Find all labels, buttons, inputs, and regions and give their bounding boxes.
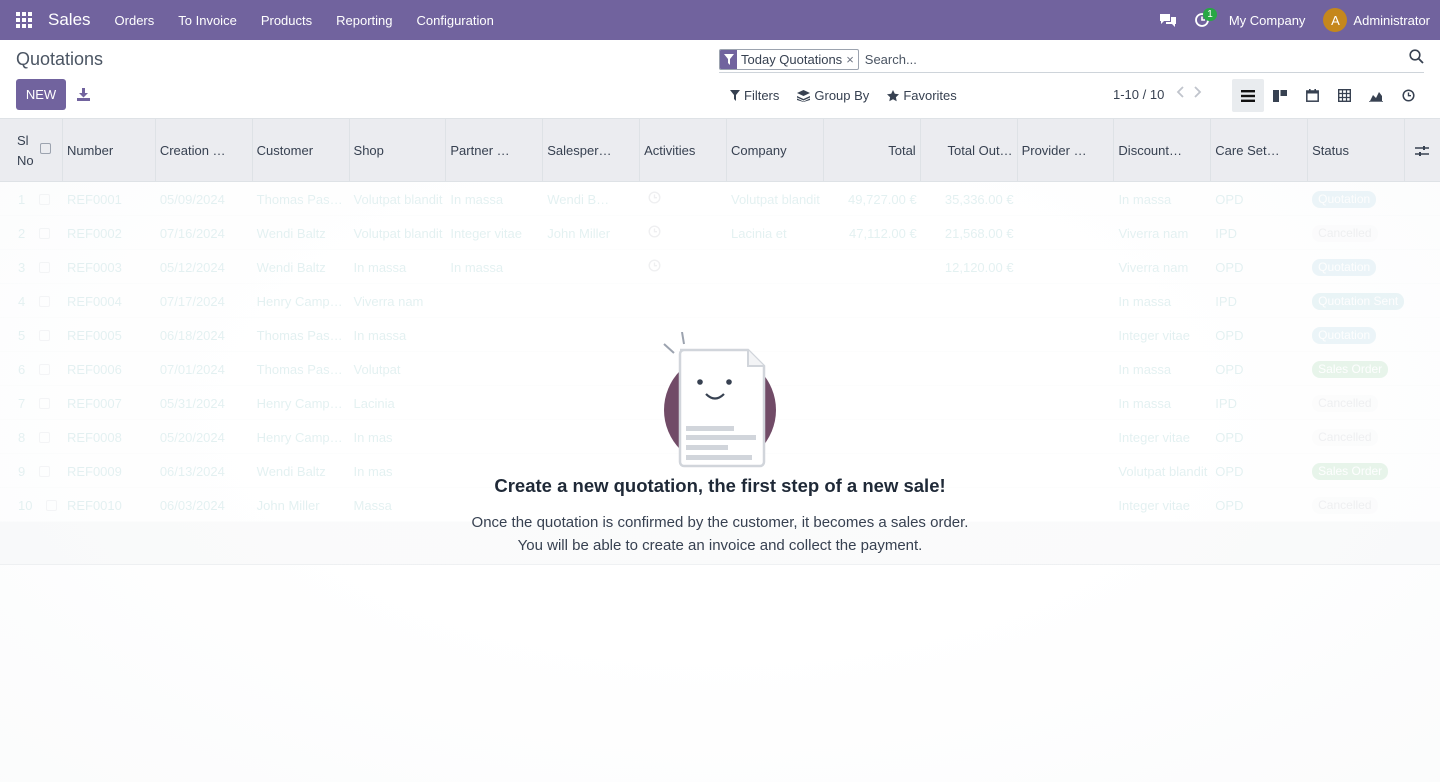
layers-icon [797,89,811,102]
search-icon[interactable] [1409,49,1424,67]
filters-toggle[interactable]: Filters [730,88,779,103]
col-shop[interactable]: Shop [350,119,447,182]
filter-icon [730,90,740,101]
table-header: Sl No Number Creation … Customer Shop Pa… [0,119,1440,182]
col-care-setting[interactable]: Care Set… [1211,119,1309,182]
activity-count-badge: 1 [1203,8,1217,21]
pivot-view-icon[interactable] [1328,79,1360,112]
col-number[interactable]: Number [63,119,156,182]
favorites-label: Favorites [903,88,957,103]
kanban-view-icon[interactable] [1264,79,1296,112]
col-sl-no-label: Sl No [17,132,34,168]
messaging-icon[interactable] [1151,0,1185,40]
app-switcher-icon[interactable] [0,0,48,40]
col-total[interactable]: Total [824,119,921,182]
menu-to-invoice[interactable]: To Invoice [166,0,249,40]
filter-icon [720,49,737,69]
col-customer[interactable]: Customer [253,119,350,182]
search-input[interactable] [864,51,1385,67]
menu-configuration[interactable]: Configuration [405,0,506,40]
pager-value[interactable]: 1-10 / 10 [1113,87,1164,102]
smiling-document-illustration [662,332,776,468]
col-sl-no[interactable]: Sl No [0,119,63,182]
list-view-icon[interactable] [1232,79,1264,112]
avatar: A [1323,8,1348,32]
download-icon[interactable] [74,84,92,104]
groupby-toggle[interactable]: Group By [797,88,869,103]
chevron-left-icon[interactable] [1176,86,1184,101]
top-navbar: Sales Orders To Invoice Products Reporti… [0,0,1440,40]
control-panel: Quotations NEW Today Quotations × Filter… [0,40,1440,119]
new-button[interactable]: NEW [16,79,66,110]
calendar-view-icon[interactable] [1296,79,1328,112]
pager-arrows [1176,86,1202,101]
menu-reporting[interactable]: Reporting [324,0,404,40]
menu-products[interactable]: Products [249,0,324,40]
app-name[interactable]: Sales [48,10,91,30]
col-salesperson[interactable]: Salesper… [543,119,641,182]
menu-orders[interactable]: Orders [103,0,167,40]
groupby-label: Group By [814,88,870,103]
facet-value: Today Quotations [741,51,843,67]
favorites-toggle[interactable]: Favorites [887,88,957,103]
col-provider[interactable]: Provider … [1018,119,1115,182]
page-title: Quotations [16,49,104,69]
view-switcher [1232,79,1424,112]
helper-line-2: You will be able to create an invoice an… [517,537,923,554]
facet-remove-button[interactable]: × [846,52,858,67]
activity-view-icon[interactable] [1392,79,1424,112]
star-icon [887,89,900,101]
col-creation-date[interactable]: Creation … [156,119,253,182]
filters-label: Filters [744,88,780,103]
search-facet: Today Quotations × [719,48,859,70]
helper-line-1: Once the quotation is confirmed by the c… [471,514,969,531]
optional-columns-icon[interactable] [1405,119,1440,182]
select-all-checkbox[interactable] [40,143,51,154]
helper-title: Create a new quotation, the first step o… [494,475,946,496]
search-bar: Today Quotations × [719,46,1424,73]
graph-view-icon[interactable] [1360,79,1392,112]
company-switcher[interactable]: My Company [1219,13,1316,28]
activity-clock-icon[interactable]: 1 [1185,0,1219,40]
search-options: Filters Group By Favorites [730,88,957,103]
col-company[interactable]: Company [727,119,824,182]
user-menu[interactable]: A Administrator [1315,8,1440,32]
col-partner[interactable]: Partner … [446,119,544,182]
col-status[interactable]: Status [1308,119,1405,182]
col-total-outstanding[interactable]: Total Out… [921,119,1018,182]
col-activities[interactable]: Activities [640,119,727,182]
col-discount[interactable]: Discount… [1114,119,1212,182]
user-name: Administrator [1353,12,1430,28]
chevron-right-icon[interactable] [1194,86,1202,101]
